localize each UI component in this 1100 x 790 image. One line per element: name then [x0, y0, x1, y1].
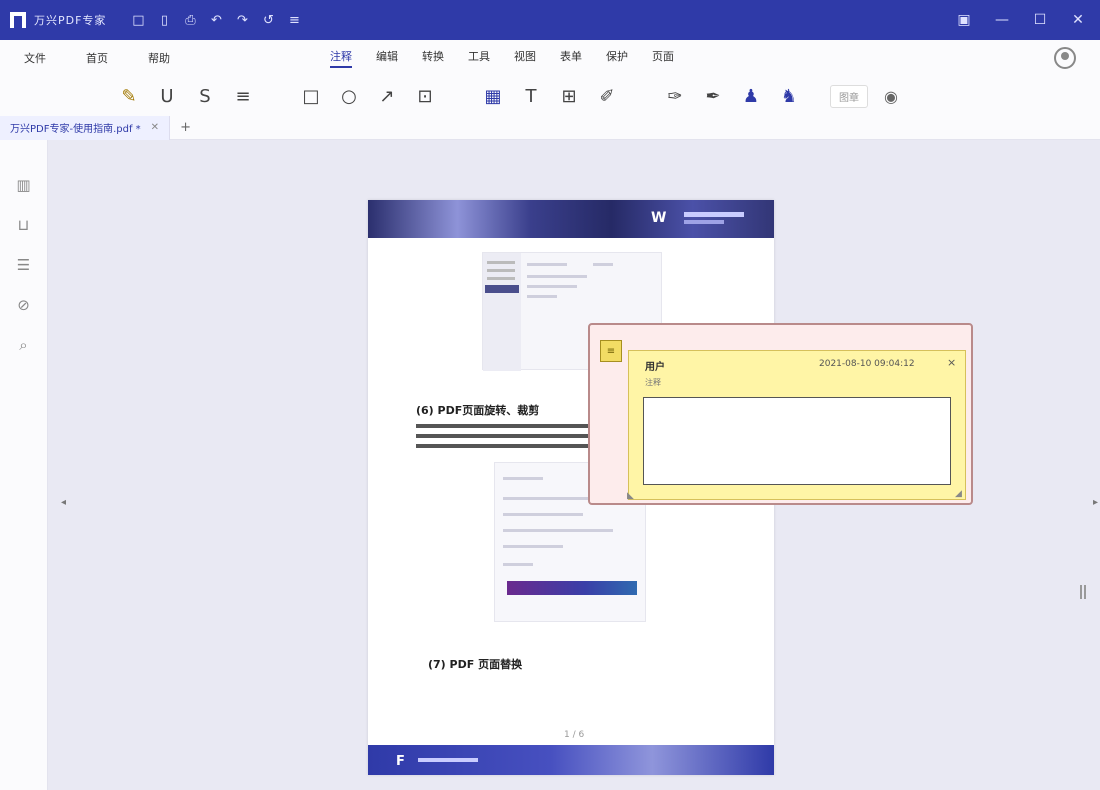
brand-logo: W — [651, 210, 667, 226]
app-logo-icon — [10, 12, 26, 28]
banner-text-bar — [684, 220, 724, 224]
section-heading: (7) PDF 页面替换 — [428, 658, 523, 671]
highlight-icon[interactable]: ✎ — [118, 86, 140, 107]
search-icon[interactable]: ⌕ — [19, 336, 27, 354]
screenshot-line — [503, 545, 563, 548]
screenshot-line — [503, 513, 583, 516]
typewriter-icon[interactable]: T — [520, 86, 542, 107]
window-controls: ▣ — ☐ ✕ — [956, 12, 1086, 28]
textbox-icon[interactable]: ▦ — [482, 86, 504, 107]
bookmark-icon[interactable]: ⊔ — [18, 216, 30, 234]
screenshot-line — [503, 477, 543, 480]
app-title: 万兴PDF专家 — [34, 14, 107, 27]
scrollbar-handle[interactable] — [1080, 585, 1086, 599]
menu-file[interactable]: 文件 — [24, 50, 46, 66]
print-icon[interactable]: ⎙ — [182, 12, 198, 28]
menu-bar: 文件 首页 帮助 注释 编辑 转换 工具 视图 表单 保护 页面 — [0, 40, 1100, 76]
tab-close-icon[interactable]: ✕ — [151, 122, 159, 133]
resize-handle-icon[interactable]: ◣ — [627, 491, 634, 501]
screenshot-line — [527, 263, 567, 266]
add-tab-icon[interactable]: + — [180, 120, 191, 135]
user-account-icon[interactable] — [1054, 47, 1076, 69]
screenshot-line — [527, 285, 577, 288]
screenshot-sidebar — [483, 253, 521, 371]
annotation-toolbar: ✎ U S ≡ □ ○ ↗ ⊡ ▦ T ⊞ ✐ ✑ ✒ ♟ ♞ 图章 ◉ — [0, 76, 1100, 116]
collapse-right-icon[interactable]: ▸ — [1093, 497, 1098, 508]
footer-logo: F — [396, 754, 405, 769]
note-icon[interactable]: ✑ — [664, 86, 686, 107]
thumbnail-icon[interactable]: ▥ — [16, 176, 30, 194]
strikethrough-icon[interactable]: S — [194, 86, 216, 107]
tab-tools[interactable]: 工具 — [468, 48, 490, 68]
stamp-button[interactable]: 图章 — [830, 84, 868, 108]
screenshot-line — [527, 295, 557, 298]
annotation-list-icon[interactable]: ☰ — [17, 256, 30, 274]
note-subtitle: 注释 — [645, 378, 661, 387]
page-header-banner: W — [368, 200, 774, 238]
rectangle-icon[interactable]: □ — [300, 86, 322, 107]
layout-icon[interactable]: ▣ — [956, 12, 972, 28]
screenshot-line — [593, 263, 613, 266]
pencil-icon[interactable]: ✐ — [596, 86, 618, 107]
pdf-editor-window: 万兴PDF专家 □ ▯ ⎙ ↶ ↷ ↺ ≡ ▣ — ☐ ✕ 文件 首页 帮助 注… — [0, 0, 1100, 790]
ribbon-tabs: 注释 编辑 转换 工具 视图 表单 保护 页面 — [330, 48, 674, 68]
arrow-icon[interactable]: ↗ — [376, 86, 398, 107]
area-icon[interactable]: ⊡ — [414, 86, 436, 107]
document-tab-label: 万兴PDF专家-使用指南.pdf * — [10, 124, 141, 135]
document-tab[interactable]: 万兴PDF专家-使用指南.pdf * ✕ — [0, 115, 171, 140]
tab-form[interactable]: 表单 — [560, 48, 582, 68]
banner-text-bar — [684, 212, 744, 217]
refresh-icon[interactable]: ↺ — [260, 12, 276, 28]
screenshot-highlight — [485, 285, 519, 293]
page-number: 1 / 6 — [564, 730, 585, 740]
eye-icon[interactable]: ◉ — [884, 87, 898, 106]
page-footer-banner: F — [368, 745, 774, 775]
note-icon[interactable]: ≡ — [600, 340, 622, 362]
customize-icon[interactable]: ≡ — [286, 12, 302, 28]
minimize-icon[interactable]: — — [994, 12, 1010, 28]
document-tab-strip: 万兴PDF专家-使用指南.pdf * ✕ + — [0, 115, 1100, 140]
save-icon[interactable]: ▯ — [156, 12, 172, 28]
underline-icon[interactable]: U — [156, 86, 178, 107]
tab-page[interactable]: 页面 — [652, 48, 674, 68]
screenshot-gradient-bar — [507, 581, 637, 595]
attachment-icon[interactable]: ♟ — [740, 86, 762, 107]
note-timestamp: 2021-08-10 09:04:12 — [819, 359, 915, 369]
collapse-left-icon[interactable]: ◂ — [61, 497, 66, 508]
sticky-note-popup[interactable]: 用户 2021-08-10 09:04:12 × 注释 ◣ ◢ — [627, 350, 966, 501]
maximize-icon[interactable]: ☐ — [1032, 12, 1048, 28]
new-file-icon[interactable]: □ — [130, 12, 146, 28]
title-bar: 万兴PDF专家 □ ▯ ⎙ ↶ ↷ ↺ ≡ ▣ — ☐ ✕ — [0, 0, 1100, 40]
menu-home[interactable]: 首页 — [86, 50, 108, 66]
signature-icon[interactable]: ♞ — [778, 86, 800, 107]
eraser-icon[interactable]: ✒ — [702, 86, 724, 107]
quick-access-toolbar: □ ▯ ⎙ ↶ ↷ ↺ ≡ — [130, 12, 302, 28]
tab-protect[interactable]: 保护 — [606, 48, 628, 68]
note-text-input[interactable] — [643, 397, 951, 485]
menu-help[interactable]: 帮助 — [148, 50, 170, 66]
squiggly-icon[interactable]: ≡ — [232, 86, 254, 107]
screenshot-line — [527, 275, 587, 278]
undo-icon[interactable]: ↶ — [208, 12, 224, 28]
ellipse-icon[interactable]: ○ — [338, 86, 360, 107]
footer-text-bar — [418, 758, 478, 762]
note-author: 用户 — [645, 362, 665, 373]
left-panel-rail: ▥ ⊔ ☰ ⊘ ⌕ — [0, 140, 48, 790]
tab-edit[interactable]: 编辑 — [376, 48, 398, 68]
tab-view[interactable]: 视图 — [514, 48, 536, 68]
menu-left: 文件 首页 帮助 — [24, 50, 170, 66]
note-close-icon[interactable]: × — [947, 356, 956, 369]
callout-icon[interactable]: ⊞ — [558, 86, 580, 107]
tab-comment[interactable]: 注释 — [330, 48, 352, 68]
screenshot-line — [503, 563, 533, 566]
section-heading: (6) PDF页面旋转、裁剪 — [416, 404, 540, 417]
attachment-panel-icon[interactable]: ⊘ — [17, 296, 30, 314]
close-icon[interactable]: ✕ — [1070, 12, 1086, 28]
screenshot-line — [503, 529, 613, 532]
redo-icon[interactable]: ↷ — [234, 12, 250, 28]
resize-handle-icon[interactable]: ◢ — [955, 489, 962, 499]
tab-convert[interactable]: 转换 — [422, 48, 444, 68]
